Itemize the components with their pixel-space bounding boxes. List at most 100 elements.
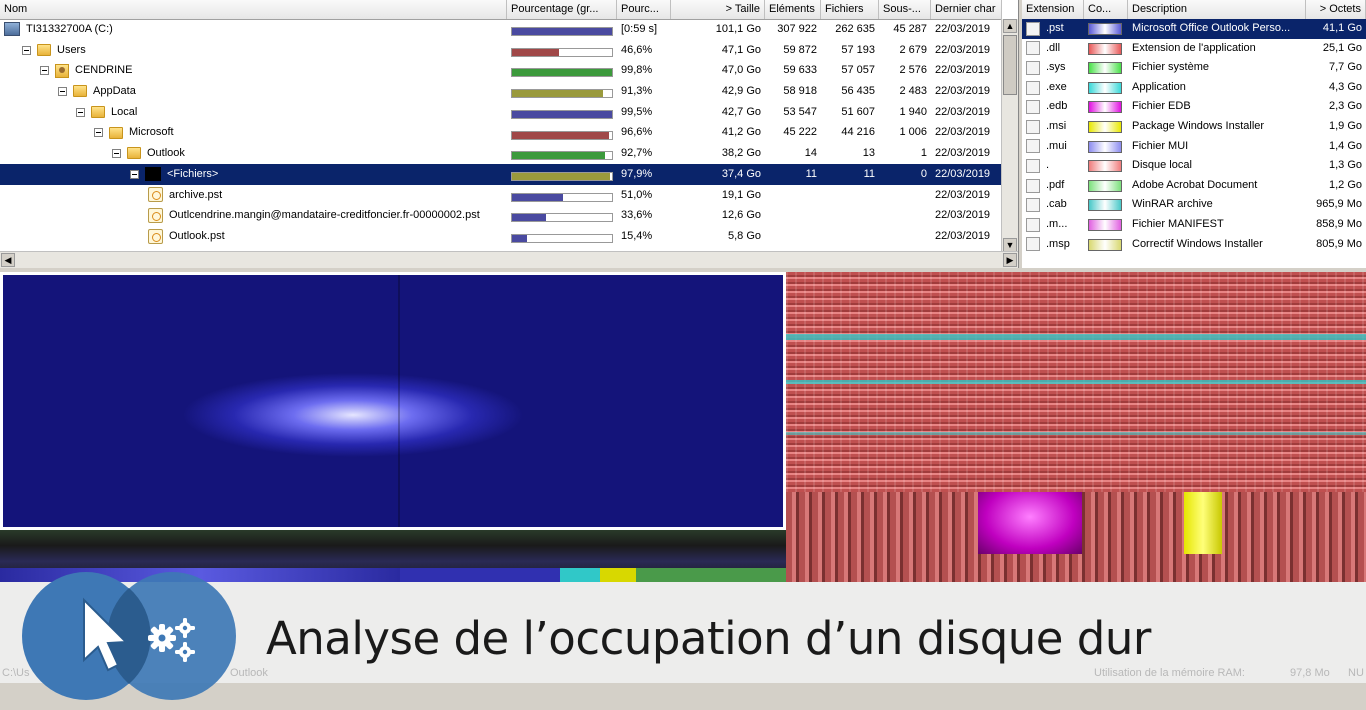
treemap-edb-block[interactable]	[978, 492, 1082, 554]
tree-row-name-cell[interactable]: Microsoft	[0, 122, 507, 143]
tree-row-name-cell[interactable]: archive.pst	[0, 185, 507, 206]
column-subdirs[interactable]: Sous-...	[879, 0, 931, 19]
tree-row-name-cell[interactable]: Local	[0, 102, 507, 123]
column-files[interactable]: Fichiers	[821, 0, 879, 19]
scroll-thumb[interactable]	[1003, 35, 1017, 95]
collapse-toggle-icon[interactable]	[22, 45, 31, 55]
last-change-cell: 22/03/2019	[935, 188, 991, 201]
tree-row-name-cell[interactable]: AppData	[0, 81, 507, 102]
last-change-cell: 22/03/2019	[935, 229, 991, 242]
scroll-down-arrow-icon[interactable]: ▼	[1003, 238, 1017, 252]
extension-row[interactable]: .sys Fichier système 7,7 Go	[1022, 58, 1366, 78]
tree-row[interactable]: AppData 91,3% 42,9 Go 58 918 56 435 2 483 22/0…	[0, 81, 1018, 102]
tree-row[interactable]: Microsoft 96,6% 41,2 Go 45 222 44 216 1 006 22…	[0, 122, 1018, 143]
tree-row[interactable]: CENDRINE 99,8% 47,0 Go 59 633 57 057 2 576 22/…	[0, 60, 1018, 81]
percentage-cell: 96,6%	[621, 126, 653, 139]
extension-row[interactable]: .msp Correctif Windows Installer 805,9 Mo	[1022, 235, 1366, 255]
column-percentage-graph[interactable]: Pourcentage (gr...	[507, 0, 617, 19]
tree-row[interactable]: Users 46,6% 47,1 Go 59 872 57 193 2 679 22/03/…	[0, 40, 1018, 61]
extension-row[interactable]: .m... Fichier MANIFEST 858,9 Mo	[1022, 215, 1366, 235]
pst-file-icon	[148, 228, 163, 244]
collapse-toggle-icon[interactable]	[94, 128, 103, 138]
percentage-bar	[511, 47, 613, 57]
bytes-cell: 41,1 Go	[1306, 19, 1366, 39]
extension-row[interactable]: .exe Application 4,3 Go	[1022, 78, 1366, 98]
color-swatch	[1088, 120, 1122, 133]
percentage-bar	[511, 130, 613, 140]
extension-label: .pst	[1046, 22, 1064, 34]
directory-tree-pane[interactable]: Nom Pourcentage (gr... Pourc... > Taille…	[0, 0, 1019, 268]
extension-row[interactable]: .dll Extension de l'application 25,1 Go	[1022, 39, 1366, 59]
extension-row[interactable]: .cab WinRAR archive 965,9 Mo	[1022, 195, 1366, 215]
color-cell	[1084, 117, 1128, 137]
percentage-bar	[511, 89, 613, 99]
extension-label: .m...	[1046, 217, 1068, 230]
collapse-toggle-icon[interactable]	[40, 66, 49, 76]
collapse-toggle-icon[interactable]	[112, 148, 121, 158]
extension-label: .msi	[1046, 119, 1067, 132]
percentage-graph-cell	[507, 163, 617, 185]
scroll-right-arrow-icon[interactable]: ▶	[1003, 253, 1017, 267]
tree-row[interactable]: Local 99,5% 42,7 Go 53 547 51 607 1 940 22/03/…	[0, 102, 1018, 123]
items-cell: 45 222	[783, 126, 817, 139]
file-type-icon	[1026, 178, 1040, 193]
treemap[interactable]	[0, 272, 1366, 582]
items-cell: 14	[804, 147, 817, 160]
percentage-graph-cell	[507, 60, 617, 81]
treemap-exe-strip	[786, 380, 1366, 384]
bytes-cell: 25,1 Go	[1322, 41, 1362, 54]
extension-row[interactable]: .edb Fichier EDB 2,3 Go	[1022, 97, 1366, 117]
column-color[interactable]: Co...	[1084, 0, 1128, 19]
file-type-icon	[1026, 119, 1040, 134]
column-items[interactable]: Eléments	[765, 0, 821, 19]
tree-row-name-cell[interactable]: <Fichiers>	[0, 163, 507, 185]
tree-row-name-cell[interactable]: Outlcendrine.mangin@mandataire-creditfon…	[0, 205, 507, 226]
tree-horizontal-scrollbar[interactable]: ◀ ▶	[0, 251, 1018, 268]
extension-cell: .exe	[1022, 78, 1084, 98]
scroll-up-arrow-icon[interactable]: ▲	[1003, 19, 1017, 33]
extension-list-pane[interactable]: Extension Co... Description > Octets .ps…	[1022, 0, 1366, 268]
percentage-cell: 91,3%	[621, 85, 653, 98]
column-percentage[interactable]: Pourc...	[617, 0, 671, 19]
column-last-change[interactable]: Dernier char	[931, 0, 1002, 19]
collapse-toggle-icon[interactable]	[130, 169, 139, 179]
extension-row[interactable]: . Disque local 1,3 Go	[1022, 156, 1366, 176]
tree-row-name-cell[interactable]: Users	[0, 40, 507, 61]
column-description[interactable]: Description	[1128, 0, 1306, 19]
files-cell: 262 635	[835, 23, 875, 35]
tree-row[interactable]: TI31332700A (C:) [0:59 s] 101,1 Go 307 922 2…	[0, 19, 1018, 40]
color-cell	[1084, 156, 1128, 176]
tree-row[interactable]: Outlcendrine.mangin@mandataire-creditfon…	[0, 205, 1018, 226]
tree-row[interactable]: <Fichiers> 97,9% 37,4 Go 11 11 0 22/03/2019	[0, 163, 1018, 185]
column-name[interactable]: Nom	[0, 0, 507, 19]
size-cell: 47,0 Go	[721, 64, 761, 77]
color-cell	[1084, 195, 1128, 215]
description-cell: Fichier système	[1132, 61, 1210, 74]
column-bytes[interactable]: > Octets	[1306, 0, 1366, 19]
extension-row[interactable]: .pdf Adobe Acrobat Document 1,2 Go	[1022, 176, 1366, 196]
tree-vertical-scrollbar[interactable]: ▲ ▼	[1001, 19, 1018, 252]
treemap-msi-block[interactable]	[1184, 492, 1222, 554]
banner-title: Analyse de l’occupation d’un disque dur	[266, 612, 1151, 665]
collapse-toggle-icon[interactable]	[76, 107, 85, 117]
column-extension[interactable]: Extension	[1022, 0, 1084, 19]
tree-row-name-cell[interactable]: Outlook.pst	[0, 226, 507, 247]
column-size[interactable]: > Taille	[671, 0, 765, 19]
treemap-selected-block[interactable]	[0, 272, 786, 530]
collapse-toggle-icon[interactable]	[58, 86, 67, 96]
percentage-bar-fill	[512, 90, 604, 98]
percentage-cell: 92,7%	[621, 147, 653, 160]
tree-row[interactable]: Outlook 92,7% 38,2 Go 14 13 1 22/03/2019	[0, 143, 1018, 164]
extension-row[interactable]: .mui Fichier MUI 1,4 Go	[1022, 137, 1366, 157]
scroll-left-arrow-icon[interactable]: ◀	[1, 253, 15, 267]
tree-row-name-cell[interactable]: TI31332700A (C:)	[0, 19, 507, 40]
tree-header: Nom Pourcentage (gr... Pourc... > Taille…	[0, 0, 1002, 20]
subdirs-cell: 1 006	[899, 126, 927, 139]
tree-row[interactable]: Outlook.pst 15,4% 5,8 Go 22/03/2019	[0, 226, 1018, 247]
tree-row[interactable]: archive.pst 51,0% 19,1 Go 22/03/2019	[0, 185, 1018, 206]
extension-row[interactable]: .msi Package Windows Installer 1,9 Go	[1022, 117, 1366, 137]
tree-row-name-cell[interactable]: Outlook	[0, 143, 507, 164]
files-cell: 13	[862, 147, 875, 160]
extension-row[interactable]: .pst Microsoft Office Outlook Perso... 41,…	[1022, 19, 1366, 39]
tree-row-name-cell[interactable]: CENDRINE	[0, 60, 507, 81]
